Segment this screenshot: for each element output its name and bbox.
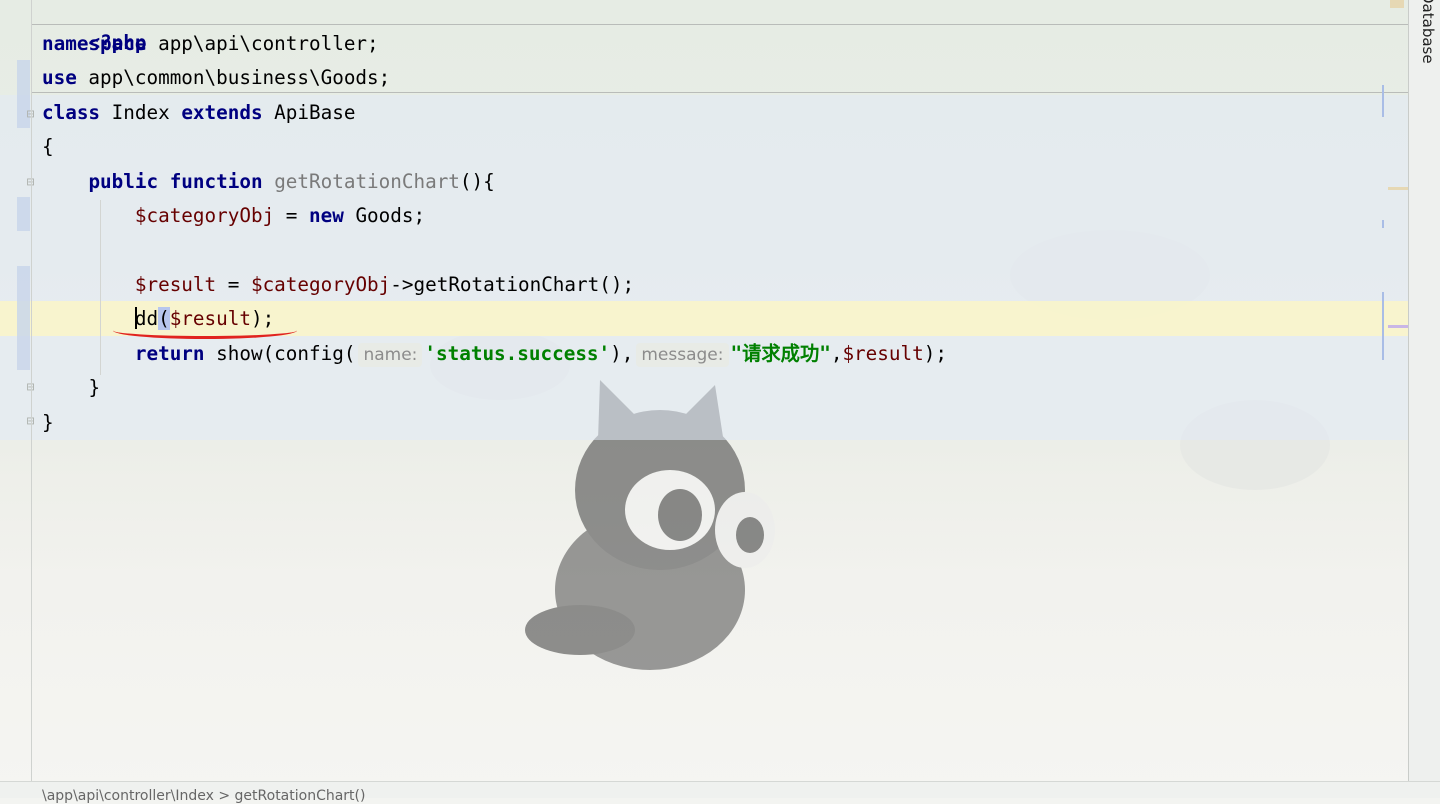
database-tab-label[interactable]: Database	[1411, 0, 1437, 64]
editor-gutter[interactable]: ⊟ ⊟ ⊟ ⊟	[0, 0, 34, 781]
inspection-status-icon[interactable]	[1390, 0, 1404, 8]
variable-result: $result	[134, 273, 217, 296]
extends-keyword: extends	[181, 101, 263, 124]
goods-class-ref: Goods;	[343, 204, 426, 227]
warning-stripe-marker[interactable]	[1388, 187, 1408, 190]
error-stripe-marker[interactable]	[1382, 85, 1384, 117]
base-class-name: ApiBase	[262, 101, 356, 124]
function-keyword: function	[169, 170, 263, 193]
return-result-var: $result	[842, 342, 924, 365]
error-stripe-marker[interactable]	[1382, 220, 1384, 228]
namespace-keyword: namespace	[42, 32, 147, 55]
code-line-use[interactable]: use app\common\business\Goods;	[42, 61, 390, 95]
code-editor[interactable]: <?php namespace app\api\controller; use …	[32, 0, 1408, 781]
assign-operator: =	[274, 204, 310, 227]
method-signature-tail: (){	[459, 170, 495, 193]
return-mid: ),	[610, 342, 634, 365]
variable-categoryobj: $categoryObj	[134, 204, 275, 227]
current-line-stripe-marker[interactable]	[1388, 325, 1408, 328]
class-keyword: class	[42, 101, 101, 124]
code-line-new-goods[interactable]: $categoryObj = new Goods;	[42, 199, 425, 233]
method-name: getRotationChart	[274, 170, 460, 193]
public-keyword: public	[88, 170, 159, 193]
code-line-open-brace[interactable]: {	[42, 130, 54, 164]
return-comma: ,	[830, 342, 843, 365]
code-line-namespace[interactable]: namespace app\api\controller;	[42, 27, 379, 61]
code-line-empty[interactable]	[42, 233, 54, 267]
class-close-brace: }	[42, 411, 54, 434]
code-line-class[interactable]: class Index extends ApiBase	[42, 96, 355, 130]
error-stripe-marker[interactable]	[1382, 292, 1384, 360]
use-keyword: use	[42, 66, 77, 89]
string-status-success: 'status.success'	[424, 342, 611, 365]
code-line-result-assign[interactable]: $result = $categoryObj->getRotationChart…	[42, 268, 634, 302]
method-close-brace: }	[88, 376, 101, 399]
return-keyword: return	[134, 342, 205, 365]
database-tool-window-tab[interactable]	[1409, 0, 1440, 797]
parameter-hint-message: message:	[636, 343, 729, 367]
class-name: Index	[100, 101, 182, 124]
return-end: );	[923, 342, 947, 365]
method-call: ->getRotationChart();	[390, 273, 635, 296]
assign-operator: =	[216, 273, 251, 296]
parameter-hint-name: name:	[358, 343, 423, 367]
code-line-method-signature[interactable]: public function getRotationChart(){	[42, 165, 495, 199]
code-line-class-close[interactable]: }	[42, 406, 54, 440]
namespace-value: app\api\controller;	[146, 32, 379, 55]
breadcrumb-text[interactable]: \app\api\controller\Index > getRotationC…	[42, 788, 365, 804]
code-line-php-open[interactable]: <?php	[42, 0, 146, 54]
vcs-change-marker[interactable]	[17, 197, 30, 231]
string-message: "请求成功"	[730, 342, 831, 365]
variable-categoryobj-ref: $categoryObj	[250, 273, 391, 296]
new-keyword: new	[309, 204, 344, 227]
red-annotation-underline	[113, 322, 297, 339]
class-open-brace: {	[42, 135, 54, 158]
code-line-return[interactable]: return show(config(name:'status.success'…	[42, 337, 947, 371]
code-line-method-close[interactable]: }	[42, 371, 100, 405]
use-value: app\common\business\Goods;	[76, 66, 391, 89]
return-call: show(config(	[204, 342, 356, 365]
vcs-change-marker[interactable]	[17, 266, 30, 370]
